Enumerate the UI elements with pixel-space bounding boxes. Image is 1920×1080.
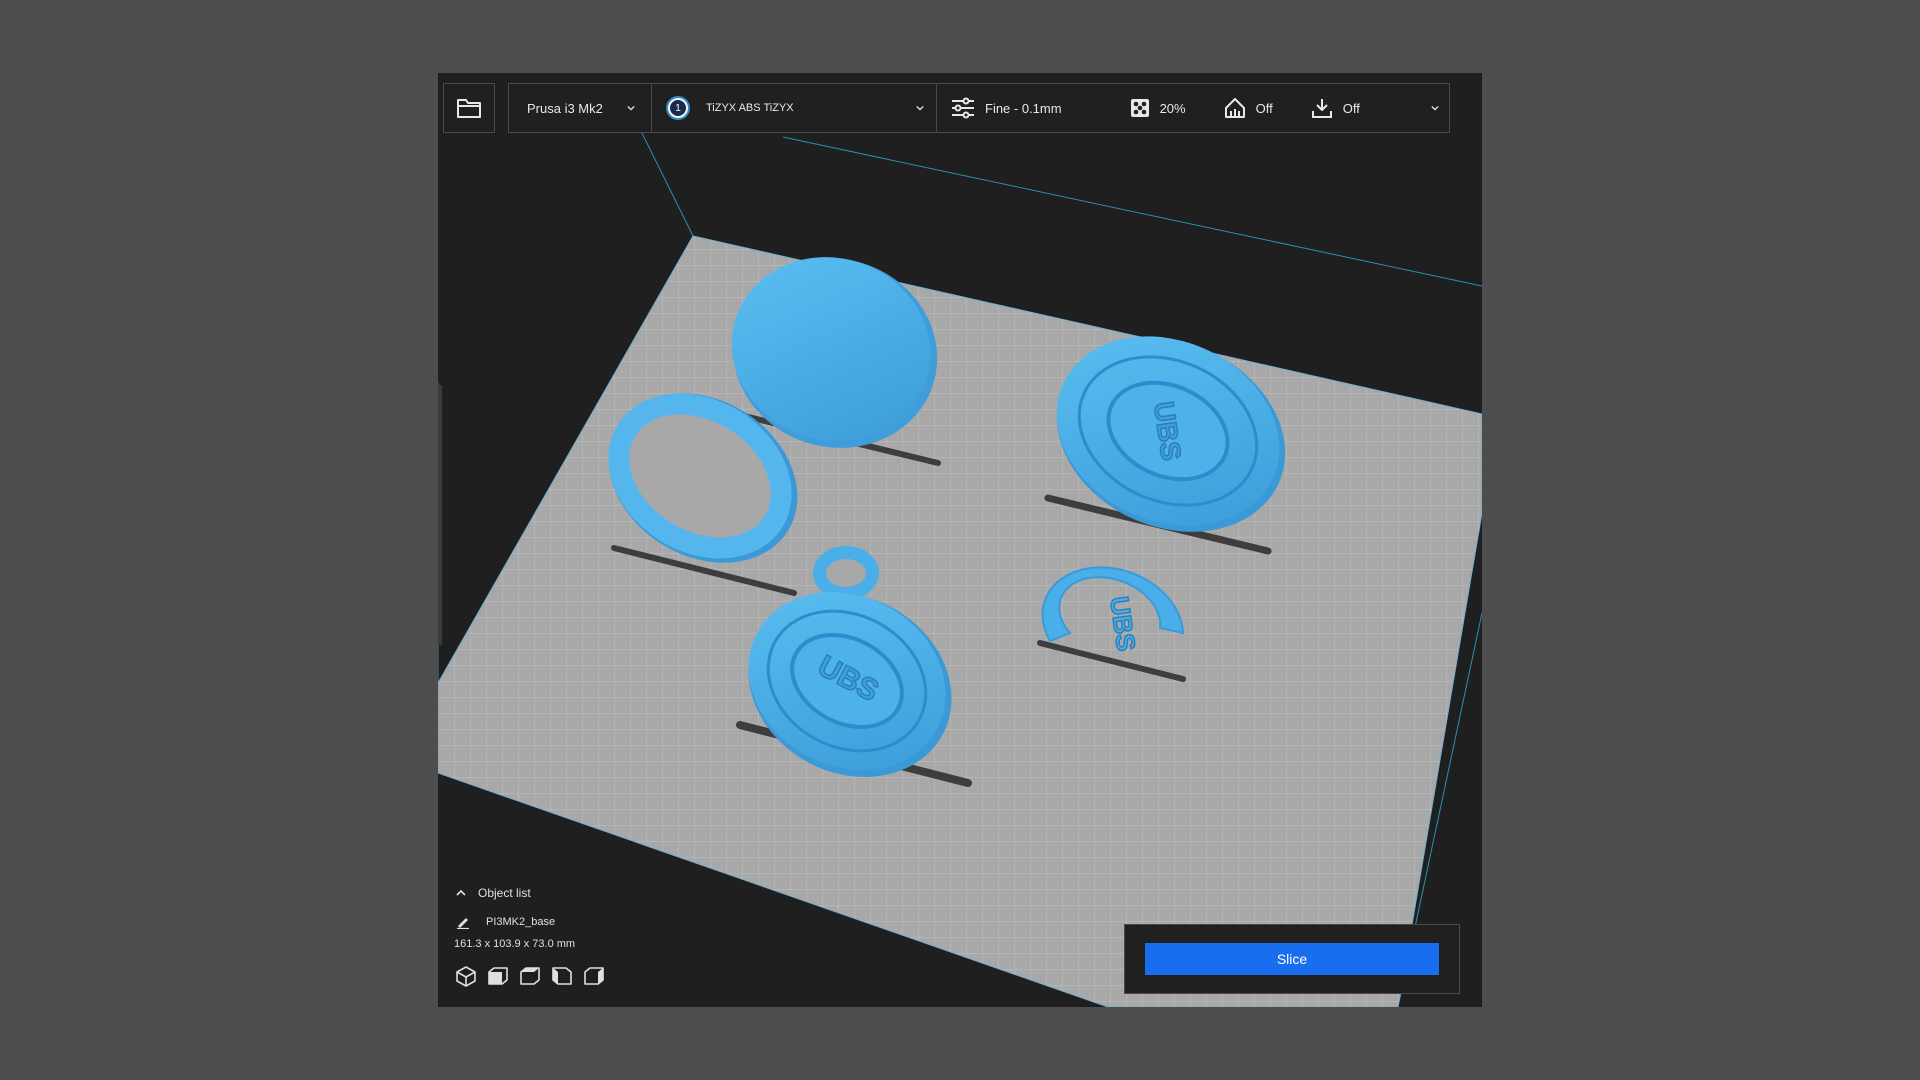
object-list-toggle[interactable]: Object list (454, 883, 754, 903)
print-settings-selector[interactable]: Fine - 0.1mm 20% Off Off (937, 84, 1449, 132)
adhesion-icon (1311, 99, 1332, 118)
object-list-panel: Object list PI3MK2_base 161.3 x 103.9 x … (454, 883, 754, 1003)
chevron-up-icon (456, 889, 466, 896)
adhesion-value: Off (1342, 100, 1360, 116)
front-view-icon[interactable] (486, 964, 510, 988)
object-dimensions: 161.3 x 103.9 x 73.0 mm (454, 938, 576, 950)
support-icon (1224, 98, 1245, 118)
print-setup-toolbar: Prusa i3 Mk2 1 TiZYX ABS TiZYX Fine - 0.… (508, 83, 1450, 133)
cura-window: UBS UBS UBS Prusa i3 Mk2 1 TiZYX ABS TiZ… (438, 73, 1482, 1007)
left-view-icon[interactable] (550, 964, 574, 988)
object-name: PI3MK2_base (486, 916, 556, 928)
material-selector[interactable]: 1 TiZYX ABS TiZYX (652, 84, 936, 132)
build-plate-viewport[interactable]: UBS UBS UBS (438, 73, 1482, 1007)
printer-name: Prusa i3 Mk2 (527, 100, 603, 116)
object-name-row[interactable]: PI3MK2_base (454, 912, 754, 932)
open-file-button[interactable] (443, 83, 495, 133)
chevron-down-icon (916, 105, 924, 111)
slice-panel: Slice (1124, 924, 1460, 994)
material-name: TiZYX ABS TiZYX (706, 102, 794, 114)
chevron-down-icon (627, 105, 635, 111)
viewport-left-edge (438, 385, 442, 645)
extruder-badge: 1 (666, 96, 690, 120)
extruder-number: 1 (670, 100, 686, 116)
settings-sliders-icon (952, 97, 974, 119)
view-orientation-buttons (454, 964, 754, 988)
object-list-title: Object list (478, 886, 531, 900)
support-value: Off (1255, 100, 1273, 116)
infill-icon (1130, 99, 1149, 117)
slice-button[interactable]: Slice (1145, 943, 1439, 975)
profile-name: Fine - 0.1mm (985, 100, 1062, 116)
top-view-icon[interactable] (518, 964, 542, 988)
folder-icon (457, 99, 481, 118)
right-view-icon[interactable] (582, 964, 606, 988)
3d-view-icon[interactable] (454, 964, 478, 988)
printer-selector[interactable]: Prusa i3 Mk2 (509, 84, 651, 132)
pencil-icon (457, 918, 469, 929)
chevron-down-icon (1431, 105, 1439, 111)
infill-value: 20% (1159, 100, 1186, 116)
